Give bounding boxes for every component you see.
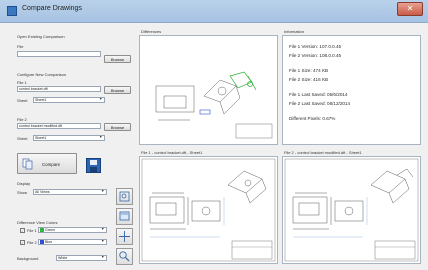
sheet2-value: Sheet1 <box>35 136 47 140</box>
information-title: Information <box>284 29 305 34</box>
window-title: Compare Drawings <box>22 5 82 12</box>
sheet1-label: Sheet <box>17 98 28 103</box>
file1-sheet-view[interactable] <box>139 156 278 264</box>
file1-color-select[interactable]: Green <box>38 227 107 233</box>
zoom-window-icon <box>119 211 130 221</box>
title-bar: Compare Drawings ✕ <box>0 0 428 23</box>
show-select[interactable]: All Views <box>33 189 107 195</box>
show-value: All Views <box>35 190 50 194</box>
different-pixels: Different Pixels: 0.67% <box>289 116 336 121</box>
sheet1-value: Sheet1 <box>35 98 47 102</box>
file2-drawing <box>284 158 419 262</box>
file2-sheet-view[interactable] <box>282 156 421 264</box>
browse-button[interactable]: Browse <box>104 55 131 63</box>
file2-color-checkbox[interactable]: ✓ <box>20 240 25 245</box>
compare-icon <box>22 158 33 170</box>
zoom-window-button[interactable] <box>116 208 133 225</box>
background-select[interactable]: White <box>56 255 107 261</box>
sheet1-select[interactable]: Sheet1 <box>33 97 105 103</box>
configure-label: Configure New Comparison <box>17 72 67 77</box>
open-existing-label: Open Existing Comparison <box>17 34 65 39</box>
file-label: File <box>17 44 24 49</box>
file2-color-label: File 2 <box>27 240 37 245</box>
background-label: Background <box>17 256 39 261</box>
file2-sheet-title: File 2 - control bracket modified.dft - … <box>284 150 362 155</box>
app-icon <box>7 6 17 16</box>
differences-view[interactable] <box>139 35 278 145</box>
information-panel: File 1 Version: 107.0.0.45 File 2 Versio… <box>282 35 421 145</box>
file1-browse-button[interactable]: Browse <box>104 86 131 94</box>
file1-sheet-title: File 1 - control bracket.dft - Sheet1 <box>141 150 203 155</box>
zoom-fit-icon <box>119 191 130 202</box>
sheet2-label: Sheet <box>17 136 28 141</box>
pan-icon <box>119 231 130 242</box>
compare-button[interactable]: Compare <box>17 153 77 174</box>
differences-title: Differences <box>141 29 162 34</box>
close-button[interactable]: ✕ <box>397 2 423 16</box>
file1-drawing <box>141 158 276 262</box>
file2-browse-button[interactable]: Browse <box>104 123 131 131</box>
pan-button[interactable] <box>116 228 133 245</box>
file1-input[interactable]: control bracket.dft <box>17 86 101 92</box>
file1-last-saved: File 1 Last Saved: 05/6/2014 <box>289 92 348 97</box>
file2-label: File 2 <box>17 117 27 122</box>
file1-color-value: Green <box>45 228 55 232</box>
file1-version: File 1 Version: 107.0.0.45 <box>289 44 342 49</box>
sheet2-select[interactable]: Sheet1 <box>33 135 105 141</box>
file1-color-checkbox[interactable]: ✓ <box>20 228 25 233</box>
diff-colors-label: Difference View Colors <box>17 220 58 225</box>
differences-drawing <box>155 71 273 139</box>
blue-swatch <box>40 240 44 244</box>
file2-color-value: Blue <box>45 240 53 244</box>
file1-size: File 1 Size: 474 KB <box>289 68 329 73</box>
file2-size: File 2 Size: 416 KB <box>289 77 329 82</box>
zoom-button[interactable] <box>116 248 133 265</box>
file2-color-select[interactable]: Blue <box>38 239 107 245</box>
show-label: Show <box>17 190 28 195</box>
file2-last-saved: File 2 Last Saved: 06/12/2014 <box>289 101 351 106</box>
file2-version: File 2 Version: 108.0.0.45 <box>289 53 342 58</box>
file1-color-label: File 1 <box>27 228 37 233</box>
zoom-fit-button[interactable] <box>116 188 133 205</box>
file2-input[interactable]: control bracket modified.dft <box>17 123 101 129</box>
zoom-icon <box>119 251 130 262</box>
file1-label: File 1 <box>17 80 27 85</box>
file-input[interactable] <box>17 51 101 57</box>
green-swatch <box>40 228 44 232</box>
save-icon[interactable] <box>86 158 101 173</box>
background-value: White <box>58 256 68 260</box>
display-label: Display <box>17 181 31 186</box>
compare-label: Compare <box>42 162 61 167</box>
